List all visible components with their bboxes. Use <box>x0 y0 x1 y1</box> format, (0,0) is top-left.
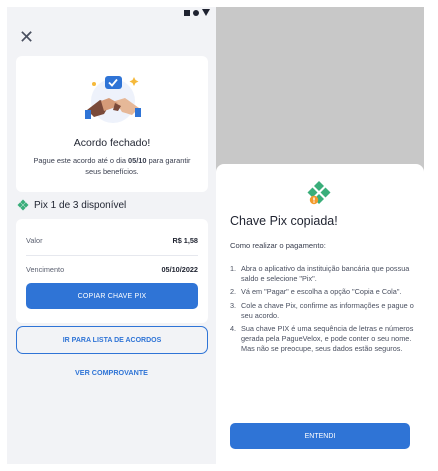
step-number: 1. <box>230 264 237 273</box>
step-number: 2. <box>230 287 237 297</box>
payment-card: Valor R$ 1,58 Vencimento 05/10/2022 COPI… <box>16 219 208 323</box>
value-label: Valor <box>26 236 43 245</box>
subtitle-pre: Pague este acordo até o dia <box>33 156 129 165</box>
agreement-title: Acordo fechado! <box>73 137 151 149</box>
list-item: 1. Abra o aplicativo da instituição banc… <box>230 264 414 284</box>
agreement-screen: ✕ Acordo fechado! Pague este acordo até … <box>7 7 216 464</box>
status-bar <box>184 9 210 16</box>
pix-copied-screen: Chave Pix copiada! Como realizar o pagam… <box>216 7 424 464</box>
pix-copied-sheet: Chave Pix copiada! Como realizar o pagam… <box>216 164 424 464</box>
view-receipt-link[interactable]: VER COMPROVANTE <box>7 368 216 377</box>
step-text: Vá em "Pagar" e escolha a opção "Copia e… <box>241 287 402 297</box>
step-number: 3. <box>230 300 237 310</box>
agreement-subtitle: Pague este acordo até o dia 05/10 para g… <box>30 155 194 177</box>
list-item: 3. Cole a chave Pix, confirme as informa… <box>230 301 414 321</box>
understood-button[interactable]: ENTENDI <box>230 423 410 449</box>
list-item: 2. Vá em "Pagar" e escolha a opção "Copi… <box>230 287 414 297</box>
sheet-title: Chave Pix copiada! <box>230 214 338 228</box>
dot-icon <box>193 9 199 16</box>
handshake-icon <box>85 76 141 123</box>
sheet-subtitle: Como realizar o pagamento: <box>230 241 326 250</box>
pix-availability-label: Pix 1 de 3 disponível <box>34 199 127 211</box>
pix-header: Pix 1 de 3 disponível <box>17 199 126 211</box>
signal-icon <box>184 9 190 16</box>
due-date-value: 05/10/2022 <box>161 265 198 274</box>
due-date-row: Vencimento 05/10/2022 <box>26 265 198 274</box>
value-amount: R$ 1,58 <box>172 236 198 245</box>
pix-logo-icon <box>307 181 331 205</box>
step-text: Sua chave PIX é uma sequência de letras … <box>241 324 414 354</box>
agreement-success-card: Acordo fechado! Pague este acordo até o … <box>16 56 208 192</box>
divider <box>26 255 198 256</box>
close-icon[interactable]: ✕ <box>19 28 34 46</box>
agreements-list-button[interactable]: IR PARA LISTA DE ACORDOS <box>16 326 208 354</box>
value-row: Valor R$ 1,58 <box>26 236 198 245</box>
due-date-label: Vencimento <box>26 265 65 274</box>
step-text: Cole a chave Pix, confirme as informaçõe… <box>241 300 414 320</box>
pix-icon <box>17 199 29 211</box>
wifi-icon <box>202 9 210 16</box>
instructions-list: 1. Abra o aplicativo da instituição banc… <box>230 264 414 358</box>
subtitle-date: 05/10 <box>128 156 147 165</box>
step-number: 4. <box>230 324 237 334</box>
list-item: 4. Sua chave PIX é uma sequência de letr… <box>230 324 414 355</box>
step-text: Abra o aplicativo da instituição bancári… <box>241 264 410 284</box>
copy-pix-key-button[interactable]: COPIAR CHAVE PIX <box>26 283 198 309</box>
